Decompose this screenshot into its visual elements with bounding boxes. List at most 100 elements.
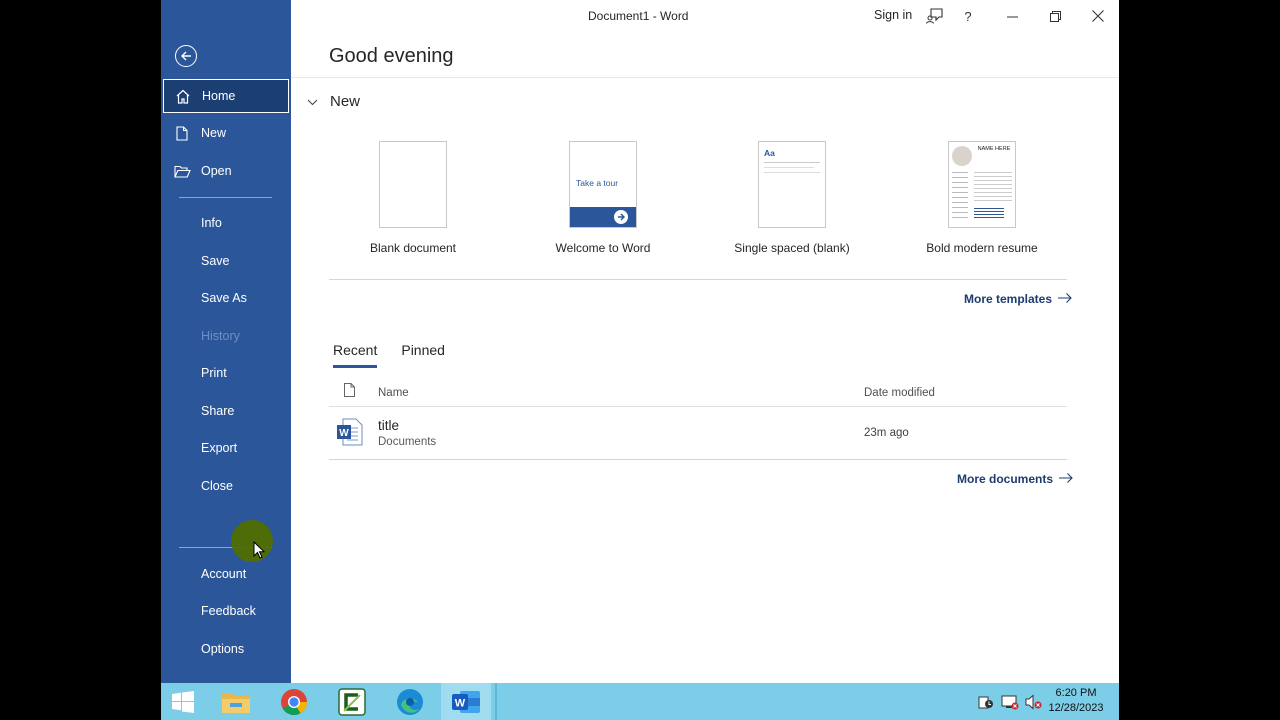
sidebar-item-history: History: [163, 319, 289, 353]
template-thumb-line: [764, 172, 820, 173]
svg-text:W: W: [455, 697, 466, 709]
sidebar-item-label: History: [201, 329, 240, 343]
sidebar-item-home[interactable]: Home: [163, 79, 289, 113]
sign-in-link[interactable]: Sign in: [874, 8, 912, 22]
template-thumb-photo: [952, 146, 972, 166]
template-single-spaced[interactable]: Aa Single spaced (blank): [712, 141, 872, 255]
new-section-toggle[interactable]: New: [307, 93, 360, 110]
sidebar-item-open[interactable]: Open: [163, 154, 289, 188]
sidebar-item-label: Save: [201, 254, 230, 268]
word-icon[interactable]: W: [441, 683, 491, 720]
template-thumb-text: NAME HERE: [977, 146, 1011, 152]
click-highlight: [231, 520, 273, 562]
sidebar-item-feedback[interactable]: Feedback: [163, 594, 289, 628]
edge-icon[interactable]: [387, 683, 433, 720]
template-thumb-line: [764, 167, 814, 168]
more-templates-link[interactable]: More templates: [964, 292, 1072, 306]
clock-date: 12/28/2023: [1048, 702, 1104, 714]
template-thumb-lines: [974, 172, 1012, 202]
file-list-header: Name Date modified: [329, 381, 1067, 407]
sidebar-item-account[interactable]: Account: [163, 557, 289, 591]
minimize-icon[interactable]: [1002, 6, 1022, 26]
more-documents-label: More documents: [957, 472, 1054, 486]
file-explorer-icon[interactable]: [213, 683, 259, 720]
template-thumb-lines: [952, 172, 968, 222]
arrow-right-icon: [1058, 292, 1072, 306]
new-document-icon: [163, 125, 201, 141]
template-thumb-text: Take a tour: [576, 178, 619, 188]
column-header-name[interactable]: Name: [378, 387, 409, 399]
home-icon: [164, 89, 202, 104]
sidebar-item-label: Options: [201, 642, 245, 656]
sidebar-item-label: Close: [201, 479, 233, 493]
sidebar-item-label: Home: [202, 89, 236, 103]
word-doc-icon: W: [337, 418, 363, 451]
action-center-icon[interactable]: [978, 694, 994, 715]
word-window: Home New Open Info Save Save As History …: [161, 0, 1119, 720]
sidebar-item-label: Share: [201, 404, 235, 418]
network-icon[interactable]: [1001, 694, 1019, 715]
sidebar-item-save[interactable]: Save: [163, 244, 289, 278]
template-label: Bold modern resume: [926, 241, 1038, 255]
file-name: title: [378, 418, 400, 433]
template-label: Blank document: [369, 241, 457, 255]
sidebar-item-label: Open: [201, 164, 232, 178]
tab-recent[interactable]: Recent: [333, 342, 378, 368]
sidebar-item-label: Save As: [201, 291, 247, 305]
window-title: Document1 - Word: [588, 9, 689, 23]
back-button[interactable]: [175, 45, 197, 67]
sidebar-item-info[interactable]: Info: [163, 206, 289, 240]
more-templates-label: More templates: [964, 292, 1053, 306]
sidebar-item-label: Export: [201, 441, 238, 455]
more-documents-link[interactable]: More documents: [957, 472, 1073, 486]
header-divider: [291, 77, 1119, 78]
arrow-right-icon: [1059, 472, 1073, 486]
sidebar-item-print[interactable]: Print: [163, 356, 289, 390]
template-blank-document[interactable]: Blank document: [333, 141, 493, 255]
template-thumbnail: NAME HERE: [948, 141, 1016, 228]
sidebar-item-close[interactable]: Close: [163, 469, 289, 503]
template-bold-modern-resume[interactable]: NAME HERE Bold modern resume: [902, 141, 1062, 255]
file-location: Documents: [378, 436, 437, 448]
sidebar-item-label: Info: [201, 216, 222, 230]
help-icon[interactable]: ?: [959, 6, 977, 26]
sidebar-item-new[interactable]: New: [163, 116, 289, 150]
svg-text:W: W: [339, 428, 349, 439]
template-thumb-lines: [974, 208, 1004, 220]
file-type-icon: [344, 383, 355, 400]
template-thumb-text: Aa: [764, 148, 775, 158]
table-row[interactable]: W title Documents 23m ago: [329, 408, 1067, 460]
template-thumbnail: [379, 141, 447, 228]
chrome-icon[interactable]: [271, 683, 317, 720]
start-icon[interactable]: [165, 683, 201, 720]
sidebar-item-save-as[interactable]: Save As: [163, 281, 289, 315]
close-icon[interactable]: [1088, 6, 1108, 26]
sidebar-item-label: New: [201, 126, 227, 140]
arrow-right-icon: [614, 210, 628, 224]
clock-time: 6:20 PM: [1055, 687, 1097, 699]
sidebar-item-label: Account: [201, 567, 247, 581]
sidebar-item-options[interactable]: Options: [163, 632, 289, 666]
template-label: Welcome to Word: [555, 241, 651, 255]
system-clock[interactable]: 6:20 PM 12/28/2023: [1041, 686, 1111, 716]
feedback-icon[interactable]: [924, 6, 944, 26]
section-divider: [329, 279, 1067, 280]
chevron-down-icon: [307, 93, 318, 110]
tab-pinned[interactable]: Pinned: [401, 342, 445, 368]
greeting-heading: Good evening: [329, 45, 454, 67]
column-header-date[interactable]: Date modified: [864, 387, 935, 399]
template-welcome-to-word[interactable]: Take a tour Welcome to Word: [523, 141, 683, 255]
file-date-modified: 23m ago: [864, 427, 909, 439]
sidebar-item-export[interactable]: Export: [163, 431, 289, 465]
template-thumb-line: [764, 162, 820, 163]
restore-icon[interactable]: [1045, 6, 1065, 26]
sidebar-divider: [179, 197, 272, 198]
backstage-sidebar: Home New Open Info Save Save As History …: [161, 0, 291, 683]
sidebar-item-share[interactable]: Share: [163, 394, 289, 428]
taskbar-separator: [495, 683, 497, 720]
file-tabs: Recent Pinned: [333, 342, 469, 368]
volume-muted-icon[interactable]: [1025, 694, 1042, 715]
sidebar-item-label: Print: [201, 366, 227, 380]
template-thumbnail: Take a tour: [569, 141, 637, 228]
camtasia-icon[interactable]: [329, 683, 375, 720]
